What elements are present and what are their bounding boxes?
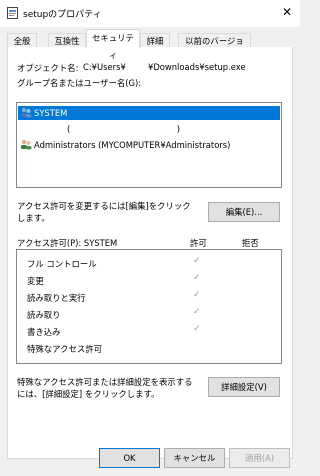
tab-details[interactable]: 詳細 <box>140 33 170 47</box>
permissions-list[interactable]: フル コントロール ✓ 変更 ✓ 読み取りと実行 ✓ 読み取り ✓ 書き込み ✓… <box>16 249 282 364</box>
tab-compatibility[interactable]: 互換性 <box>48 33 86 47</box>
groups-listbox[interactable]: SYSTEM ( ) Administrators (MYCOMPUTER¥Ad… <box>16 102 282 188</box>
permission-write: 書き込み <box>27 327 61 337</box>
permission-full-control: フル コントロール <box>27 259 97 269</box>
permission-read-execute: 読み取りと実行 <box>27 293 86 303</box>
edit-button[interactable]: 編集(E)... <box>208 202 280 222</box>
object-path-suffix: ¥Downloads¥setup.exe <box>148 62 246 72</box>
allow-header: 許可 <box>190 238 207 248</box>
checkmark-icon: ✓ <box>193 273 201 283</box>
checkmark-icon: ✓ <box>193 324 201 334</box>
checkmark-icon: ✓ <box>193 307 201 317</box>
list-item-label: ( ) <box>67 124 181 134</box>
permission-special: 特殊なアクセス許可 <box>27 344 102 354</box>
permission-modify: 変更 <box>27 276 44 286</box>
apply-button[interactable]: 適用(A) <box>229 448 290 468</box>
tab-security[interactable]: セキュリティ <box>86 29 140 60</box>
deny-header: 拒否 <box>242 238 259 248</box>
tab-general[interactable]: 全般 <box>7 33 37 47</box>
permissions-label: アクセス許可(P): SYSTEM <box>17 238 118 248</box>
permission-read: 読み取り <box>27 310 61 320</box>
checkmark-icon: ✓ <box>193 256 201 266</box>
user-group-icon <box>20 107 32 118</box>
window-title: setupのプロパティ <box>23 10 102 20</box>
checkmark-icon: ✓ <box>193 290 201 300</box>
list-item-label: Administrators (MYCOMPUTER¥Administrator… <box>34 140 231 150</box>
groups-label: グループ名またはユーザー名(G): <box>17 78 142 88</box>
file-icon <box>7 7 18 19</box>
user-group-icon <box>20 139 32 150</box>
close-icon[interactable]: ✕ <box>282 4 292 20</box>
list-item-system[interactable]: SYSTEM <box>18 106 280 120</box>
advanced-button[interactable]: 詳細設定(V) <box>208 377 280 397</box>
advanced-hint: 特殊なアクセス許可または詳細設定を表示するには、[詳細設定] をクリックします。 <box>17 377 193 399</box>
tab-previous-versions[interactable]: 以前のバージョン <box>178 33 251 60</box>
object-path-prefix: C:¥Users¥ <box>83 62 126 72</box>
list-item-label: SYSTEM <box>34 108 68 118</box>
list-item-user[interactable]: ( ) <box>18 122 280 136</box>
change-hint: アクセス許可を変更するには[編集]をクリックします。 <box>17 201 191 223</box>
title-bar: setupのプロパティ ✕ <box>0 0 300 27</box>
cancel-button[interactable]: キャンセル <box>164 448 225 468</box>
ok-button[interactable]: OK <box>99 448 160 468</box>
list-item-administrators[interactable]: Administrators (MYCOMPUTER¥Administrator… <box>18 138 280 152</box>
object-name-label: オブジェクト名: <box>17 63 79 73</box>
